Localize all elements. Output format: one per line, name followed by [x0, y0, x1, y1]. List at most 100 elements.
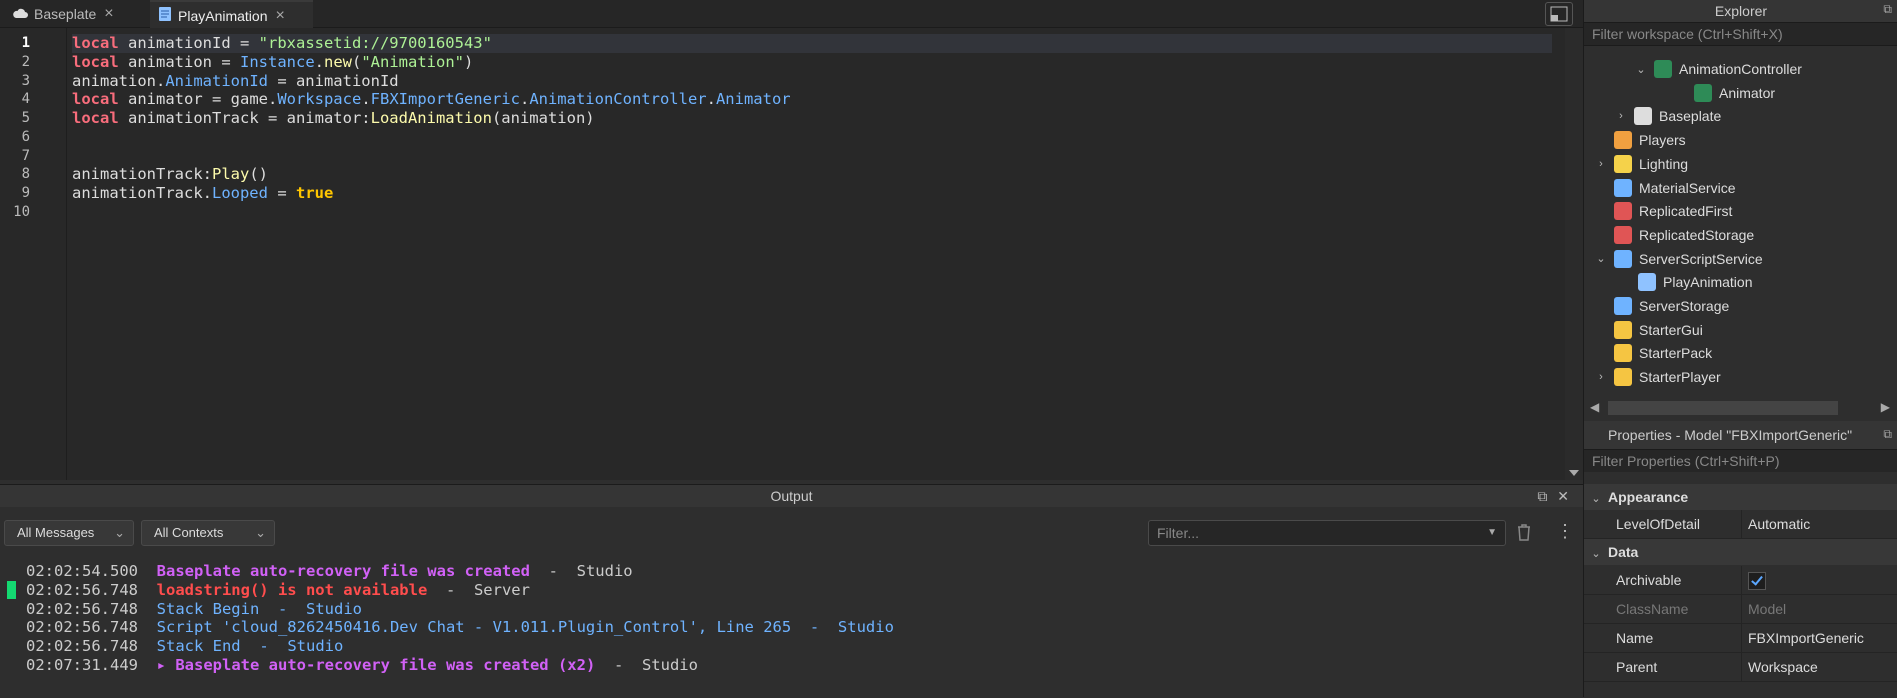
expand-arrow-icon[interactable]: ▸	[157, 656, 166, 674]
scroll-thumb[interactable]	[1608, 401, 1838, 415]
tree-item-starterplayer[interactable]: › StarterPlayer	[1594, 366, 1721, 388]
messages-filter-value: All Messages	[17, 525, 95, 540]
tree-item-materialservice[interactable]: MaterialService	[1594, 177, 1735, 199]
properties-panel: Properties - Model "FBXImportGeneric" ⧉ …	[1583, 421, 1897, 697]
chevron-right-icon[interactable]: ›	[1614, 110, 1628, 122]
explorer-filter-input[interactable]: Filter workspace (Ctrl+Shift+X)	[1584, 22, 1897, 46]
tree-item-baseplate[interactable]: › Baseplate	[1614, 105, 1721, 127]
scroll-left-icon[interactable]: ◀	[1590, 400, 1599, 414]
tree-item-startergui[interactable]: StarterGui	[1594, 319, 1703, 341]
chevron-down-icon[interactable]: ⌄	[1634, 63, 1648, 76]
tree-item-label: PlayAnimation	[1663, 274, 1753, 291]
tree-item-label: Players	[1639, 132, 1686, 149]
close-icon[interactable]: ×	[104, 5, 113, 23]
output-filter-input[interactable]: Filter... ▼	[1148, 520, 1506, 546]
code-area[interactable]: local animationId = "rbxassetid://970016…	[72, 34, 1552, 222]
tree-item-replicatedstorage[interactable]: ReplicatedStorage	[1594, 224, 1754, 246]
explorer-horizontal-scrollbar[interactable]: ◀ ▶	[1590, 398, 1890, 418]
close-icon[interactable]: ✕	[1557, 488, 1569, 504]
property-row-parent[interactable]: Parent Workspace	[1584, 653, 1897, 682]
line-number: 4	[21, 91, 30, 107]
tree-item-label: StarterPlayer	[1639, 369, 1721, 386]
output-message[interactable]: 02:02:54.500 Baseplate auto-recovery fil…	[26, 562, 894, 581]
tree-item-players[interactable]: Players	[1594, 129, 1686, 151]
tab-baseplate[interactable]: Baseplate ×	[12, 0, 142, 27]
chevron-right-icon[interactable]: ›	[1594, 371, 1608, 383]
output-panel: Output ⧉ ✕ All Messages ⌄ All Contexts ⌄…	[0, 484, 1583, 698]
script-editor[interactable]: 1 2 3 4 5 6 7 8 9 10 local animationId =…	[0, 28, 1583, 480]
tree-item-serverscriptservice[interactable]: ⌄ ServerScriptService	[1594, 248, 1763, 270]
undock-icon[interactable]: ⧉	[1883, 427, 1892, 442]
output-title: Output	[0, 485, 1583, 507]
animator-icon	[1694, 83, 1712, 102]
undock-icon[interactable]: ⧉	[1537, 488, 1547, 504]
caret-down-icon[interactable]: ▼	[1487, 521, 1497, 545]
contexts-filter-dropdown[interactable]: All Contexts ⌄	[141, 520, 275, 546]
tab-playanimation[interactable]: PlayAnimation ×	[150, 0, 313, 29]
code-line[interactable]: local animationId = "rbxassetid://970016…	[72, 34, 1552, 53]
line-number: 9	[21, 185, 30, 201]
code-line[interactable]	[72, 128, 1552, 147]
output-message[interactable]: 02:02:56.748 Stack Begin - Studio	[26, 600, 894, 619]
editor-scrollbar[interactable]	[1565, 28, 1583, 480]
tree-item-animator[interactable]: Animator	[1674, 82, 1775, 104]
error-marker	[7, 581, 16, 599]
tree-item-replicatedfirst[interactable]: ReplicatedFirst	[1594, 200, 1732, 222]
tree-item-starterpack[interactable]: StarterPack	[1594, 342, 1712, 364]
close-icon[interactable]: ×	[276, 7, 285, 25]
tree-item-label: Animator	[1719, 84, 1776, 101]
material-service-icon	[1614, 178, 1632, 197]
property-row-name[interactable]: Name FBXImportGeneric	[1584, 624, 1897, 653]
undock-icon[interactable]: ⧉	[1883, 2, 1892, 17]
code-line[interactable]: local animator = game.Workspace.FBXImpor…	[72, 90, 1552, 109]
output-message[interactable]: 02:02:56.748 loadstring() is not availab…	[26, 581, 894, 600]
scroll-right-icon[interactable]: ▶	[1881, 400, 1890, 414]
section-appearance[interactable]: ⌄ Appearance	[1584, 484, 1897, 510]
properties-filter-input[interactable]: Filter Properties (Ctrl+Shift+P)	[1584, 449, 1897, 472]
property-row-archivable[interactable]: Archivable	[1584, 566, 1897, 595]
players-icon	[1614, 131, 1632, 150]
code-line[interactable]: local animationTrack = animator:LoadAnim…	[72, 109, 1552, 128]
more-options-icon[interactable]: ⋮	[1556, 521, 1574, 542]
tree-item-playanimation[interactable]: PlayAnimation	[1618, 271, 1753, 293]
section-data[interactable]: ⌄ Data	[1584, 539, 1897, 565]
line-number: 6	[21, 129, 30, 145]
code-line[interactable]: animationTrack:Play()	[72, 165, 1552, 184]
trash-icon[interactable]	[1516, 523, 1532, 546]
chevron-right-icon[interactable]: ›	[1594, 158, 1608, 170]
code-line[interactable]: animationTrack.Looped = true	[72, 184, 1552, 203]
animation-controller-icon	[1654, 60, 1672, 78]
explorer-title: Explorer	[1584, 0, 1897, 22]
tree-item-label: ServerStorage	[1639, 298, 1730, 314]
archivable-checkbox[interactable]	[1748, 572, 1766, 590]
code-line[interactable]	[72, 147, 1552, 166]
tree-item-serverstorage[interactable]: ServerStorage	[1594, 295, 1729, 317]
chevron-down-icon[interactable]: ⌄	[1594, 252, 1608, 265]
tree-item-lighting[interactable]: › Lighting	[1594, 153, 1688, 175]
line-number: 7	[21, 148, 30, 164]
output-message[interactable]: 02:02:56.748 Stack End - Studio	[26, 637, 894, 656]
split-view-button[interactable]	[1545, 2, 1573, 26]
tree-item-animationcontroller[interactable]: ⌄ AnimationController	[1634, 58, 1802, 80]
property-row-classname: ClassName Model	[1584, 595, 1897, 624]
properties-title: Properties - Model "FBXImportGeneric"	[1584, 421, 1897, 449]
starter-player-icon	[1614, 368, 1632, 387]
code-line[interactable]	[72, 203, 1552, 222]
tree-item-label: StarterGui	[1639, 321, 1703, 338]
starter-gui-icon	[1614, 320, 1632, 339]
output-message[interactable]: 02:02:56.748 Script 'cloud_8262450416.De…	[26, 618, 894, 637]
code-line[interactable]: animation.AnimationId = animationId	[72, 72, 1552, 91]
code-line[interactable]: local animation = Instance.new("Animatio…	[72, 53, 1552, 72]
chevron-down-icon: ⌄	[114, 525, 125, 540]
tree-item-label: MaterialService	[1639, 179, 1736, 196]
output-message[interactable]: 02:07:31.449 ▸ Baseplate auto-recovery f…	[26, 656, 894, 675]
property-row-levelofdetail[interactable]: LevelOfDetail Automatic	[1584, 510, 1897, 539]
line-number: 2	[21, 54, 30, 70]
server-storage-icon	[1614, 297, 1632, 315]
messages-filter-dropdown[interactable]: All Messages ⌄	[4, 520, 134, 546]
chevron-down-icon: ⌄	[1591, 493, 1601, 505]
server-script-service-icon	[1614, 249, 1632, 268]
tree-item-label: AnimationController	[1679, 61, 1802, 77]
scroll-down-icon[interactable]	[1569, 470, 1579, 476]
studio-window: Baseplate × PlayAnimation × 1 2 3 4 5 6 …	[0, 0, 1897, 698]
